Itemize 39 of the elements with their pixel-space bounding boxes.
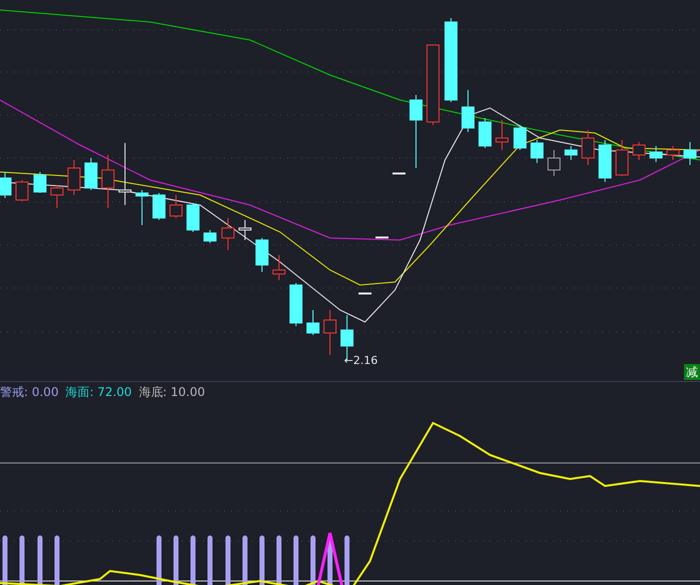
candle [204,230,216,244]
candle [102,154,114,208]
candle [548,150,560,176]
candle [306,310,320,336]
candle [170,194,182,218]
candle [632,142,646,160]
signal-badge: 减 [684,364,700,380]
candle [324,310,336,356]
candle [598,140,612,182]
candle [0,172,12,198]
low-price-label: ←2.16 [344,354,378,367]
candle [186,202,200,232]
candle [582,130,594,166]
candle [530,140,544,164]
candle [666,146,680,160]
candle [16,180,28,202]
legend-item: 海面: 72.00 [66,384,132,401]
candle [256,238,268,272]
candle [238,220,252,240]
candle [68,160,80,196]
candle [84,158,98,190]
candle [462,90,474,132]
candle [684,142,696,166]
candle [478,118,492,148]
candle [152,192,166,220]
candle [118,142,132,206]
candle [564,146,578,160]
candle [290,282,302,326]
candle [496,120,508,150]
candle [272,254,286,280]
candle [136,190,148,226]
candle [616,140,628,176]
candle [222,218,234,250]
candle [514,124,526,150]
candle [50,184,64,208]
legend-item: 警戒: 0.00 [0,384,59,401]
legend-item: 海底: 10.00 [138,384,206,401]
candle [650,146,662,162]
candle [34,172,46,194]
